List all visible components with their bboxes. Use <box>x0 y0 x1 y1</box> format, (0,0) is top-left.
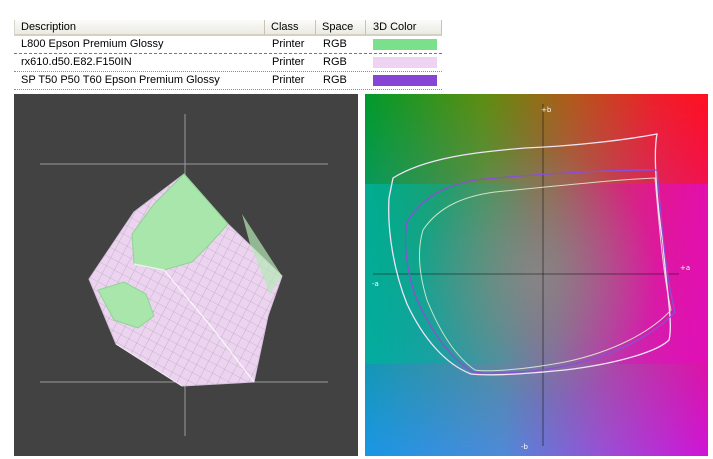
column-header-space[interactable]: Space <box>316 20 366 36</box>
row-3d-color[interactable] <box>366 54 442 71</box>
column-header-description[interactable]: Description <box>14 20 265 36</box>
row-class: Printer <box>272 38 305 50</box>
column-header-class[interactable]: Class <box>265 20 316 36</box>
gamut-2d-view[interactable]: +b -b +a -a <box>365 94 708 456</box>
row-description: rx610.d50.E82.F150IN <box>21 56 132 68</box>
axis-label-plus-a: +a <box>680 264 691 272</box>
row-space: RGB <box>323 56 347 68</box>
row-3d-color[interactable] <box>366 36 442 53</box>
color-swatch[interactable] <box>373 75 437 86</box>
row-class: Printer <box>272 74 305 86</box>
row-space: RGB <box>323 38 347 50</box>
color-swatch[interactable] <box>373 39 437 50</box>
row-3d-color[interactable] <box>366 72 442 89</box>
column-header-3d-color[interactable]: 3D Color <box>366 20 442 36</box>
table-row[interactable]: SP T50 P50 T60 Epson Premium Glossy Prin… <box>14 72 442 90</box>
axis-label-plus-b: +b <box>541 106 552 114</box>
axis-label-minus-b: -b <box>521 443 528 451</box>
gamut-3d-view[interactable] <box>14 94 358 456</box>
table-row[interactable]: rx610.d50.E82.F150IN Printer RGB <box>14 54 442 72</box>
row-description: SP T50 P50 T60 Epson Premium Glossy <box>21 74 220 86</box>
view-divider <box>358 94 365 456</box>
color-swatch[interactable] <box>373 57 437 68</box>
axis-label-minus-a: -a <box>372 280 379 288</box>
table-header: Description Class Space 3D Color <box>14 20 442 36</box>
row-space: RGB <box>323 74 347 86</box>
profile-table: Description Class Space 3D Color L800 Ep… <box>14 20 442 90</box>
row-description: L800 Epson Premium Glossy <box>21 38 164 50</box>
row-class: Printer <box>272 56 305 68</box>
gamut-solid <box>88 173 283 387</box>
table-row[interactable]: L800 Epson Premium Glossy Printer RGB <box>14 36 442 54</box>
gamut-3d-canvas[interactable] <box>14 94 358 456</box>
ab-plane-canvas[interactable] <box>365 94 708 456</box>
ab-color-background <box>365 94 708 456</box>
